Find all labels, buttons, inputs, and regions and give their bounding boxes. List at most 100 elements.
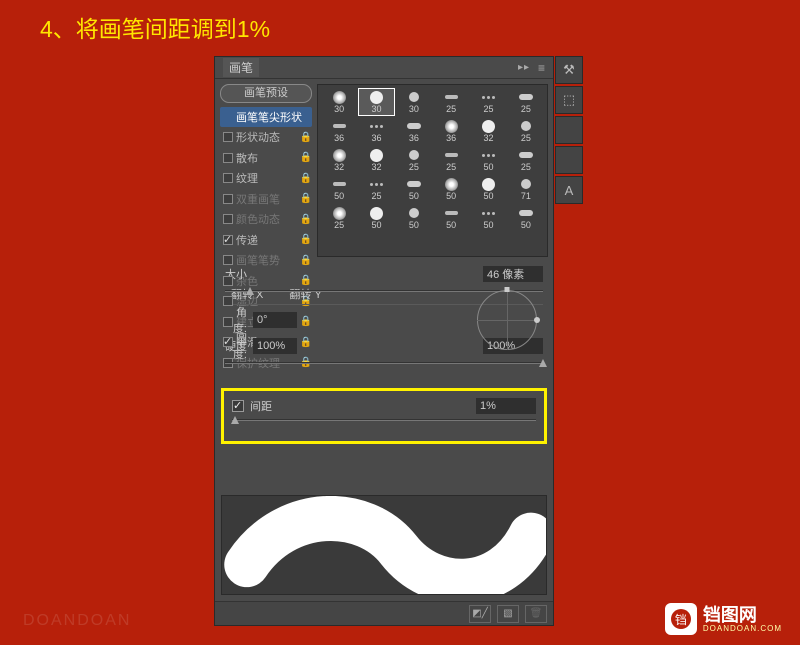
brush-swatch[interactable]: 32 <box>358 146 394 174</box>
panel-tab-brush[interactable]: 画笔 <box>223 58 259 77</box>
brush-swatch[interactable]: 30 <box>396 88 432 116</box>
swatch-size-label: 50 <box>483 191 493 201</box>
angle-input[interactable] <box>253 312 297 328</box>
watermark-brand-cn: 铛图网 <box>703 606 782 624</box>
checkbox-icon[interactable] <box>223 132 233 142</box>
brush-tip-icon <box>442 206 460 220</box>
brush-swatch[interactable]: 36 <box>358 117 394 145</box>
brush-swatch[interactable]: 25 <box>396 146 432 174</box>
brush-tip-icon <box>330 119 348 133</box>
rail-character-icon[interactable]: A <box>555 176 583 204</box>
brush-swatch[interactable]: 50 <box>321 175 357 203</box>
brush-tip-icon <box>367 177 385 191</box>
brush-swatch[interactable]: 71 <box>508 175 544 203</box>
brush-swatch[interactable]: 25 <box>358 175 394 203</box>
sidebar-item[interactable]: 形状动态🔒 <box>220 127 312 147</box>
brush-swatch-area: 3030302525253636363632253232252550255025… <box>317 84 548 257</box>
brush-swatch[interactable]: 50 <box>433 204 469 232</box>
brush-tip-icon <box>442 177 460 191</box>
swatch-size-label: 25 <box>483 104 493 114</box>
checkbox-icon[interactable] <box>223 337 233 347</box>
trash-icon[interactable]: 🗑 <box>525 605 547 623</box>
brush-swatch[interactable]: 50 <box>358 204 394 232</box>
hardness-slider[interactable] <box>225 359 543 370</box>
brush-swatch[interactable]: 30 <box>321 88 357 116</box>
swatch-size-label: 25 <box>521 162 531 172</box>
brush-swatch[interactable]: 25 <box>508 117 544 145</box>
swatch-size-label: 71 <box>521 191 531 201</box>
brush-swatch[interactable]: 36 <box>396 117 432 145</box>
checkbox-icon[interactable] <box>223 214 233 224</box>
brush-swatch[interactable]: 25 <box>508 88 544 116</box>
swatch-size-label: 50 <box>446 191 456 201</box>
swatch-size-label: 25 <box>521 133 531 143</box>
brush-presets-button[interactable]: 画笔预设 <box>220 84 312 103</box>
swatch-size-label: 50 <box>521 220 531 230</box>
rail-item-4[interactable] <box>555 146 583 174</box>
brush-swatch[interactable]: 32 <box>470 117 506 145</box>
swatch-size-label: 25 <box>409 162 419 172</box>
brush-swatch[interactable]: 50 <box>470 175 506 203</box>
spacing-slider[interactable] <box>232 416 536 427</box>
swatch-size-label: 25 <box>446 104 456 114</box>
sidebar-item[interactable]: 双重画笔🔒 <box>220 189 312 209</box>
brush-panel: 画笔 ▸▸ ≡ 画笔预设 画笔笔尖形状形状动态🔒散布🔒纹理🔒双重画笔🔒颜色动态🔒… <box>214 56 554 626</box>
brush-tip-icon <box>367 206 385 220</box>
checkbox-icon[interactable] <box>223 235 233 245</box>
checkbox-icon[interactable] <box>223 173 233 183</box>
brush-swatch[interactable]: 50 <box>433 175 469 203</box>
brush-swatch[interactable]: 30 <box>358 88 394 116</box>
watermark-brand-en: DOANDOAN.COM <box>703 624 782 633</box>
sidebar-item[interactable]: 纹理🔒 <box>220 168 312 188</box>
checkbox-icon[interactable] <box>223 153 233 163</box>
sidebar-item[interactable]: 画笔笔尖形状 <box>220 107 312 127</box>
sidebar-item[interactable]: 散布🔒 <box>220 148 312 168</box>
spacing-checkbox[interactable] <box>232 400 244 412</box>
brush-tip-icon <box>405 177 423 191</box>
checkbox-icon[interactable] <box>223 194 233 204</box>
brush-swatch[interactable]: 25 <box>433 146 469 174</box>
spacing-input[interactable] <box>476 398 536 414</box>
sidebar-item-label: 纹理 <box>236 170 258 186</box>
swatch-size-label: 50 <box>409 191 419 201</box>
checkbox-icon[interactable] <box>223 255 233 265</box>
watermark-left: DOANDOAN <box>23 612 131 630</box>
panel-menu-icon[interactable]: ≡ <box>538 61 545 75</box>
swatch-size-label: 50 <box>483 162 493 172</box>
brush-swatch[interactable]: 50 <box>470 146 506 174</box>
brush-swatch[interactable]: 25 <box>508 146 544 174</box>
brush-swatch[interactable]: 32 <box>321 146 357 174</box>
rail-item-3[interactable] <box>555 116 583 144</box>
swatch-size-label: 30 <box>409 104 419 114</box>
advance-icon[interactable]: ▸▸ <box>518 62 530 73</box>
docked-panel-rail: ⚒ ⬚ A <box>555 56 583 626</box>
brush-swatch[interactable]: 50 <box>396 175 432 203</box>
brush-tip-icon <box>330 90 348 104</box>
brush-swatch[interactable]: 25 <box>321 204 357 232</box>
brush-tip-icon <box>479 206 497 220</box>
toggle-view-icon[interactable]: ◩╱ <box>469 605 491 623</box>
lock-icon: 🔒 <box>300 132 312 143</box>
brush-swatch[interactable]: 25 <box>433 88 469 116</box>
new-preset-icon[interactable]: ▧ <box>497 605 519 623</box>
brush-tip-icon <box>479 177 497 191</box>
size-input[interactable] <box>483 266 543 282</box>
rail-3d-icon[interactable]: ⬚ <box>555 86 583 114</box>
brush-swatch[interactable]: 50 <box>508 204 544 232</box>
lock-icon: 🔒 <box>300 214 312 225</box>
brush-swatch[interactable]: 50 <box>470 204 506 232</box>
brush-swatch[interactable]: 36 <box>321 117 357 145</box>
swatch-size-label: 32 <box>334 162 344 172</box>
checkbox-icon[interactable] <box>223 317 233 327</box>
angle-widget[interactable] <box>471 284 543 356</box>
roundness-input[interactable] <box>253 338 297 354</box>
brush-swatch[interactable]: 36 <box>433 117 469 145</box>
swatch-size-label: 36 <box>371 133 381 143</box>
brush-swatch[interactable]: 50 <box>396 204 432 232</box>
brush-swatch[interactable]: 25 <box>470 88 506 116</box>
brush-tip-icon <box>517 119 535 133</box>
checkbox-icon[interactable] <box>223 276 233 286</box>
rail-brushes-icon[interactable]: ⚒ <box>555 56 583 84</box>
sidebar-item[interactable]: 颜色动态🔒 <box>220 209 312 229</box>
sidebar-item[interactable]: 传递🔒 <box>220 230 312 250</box>
